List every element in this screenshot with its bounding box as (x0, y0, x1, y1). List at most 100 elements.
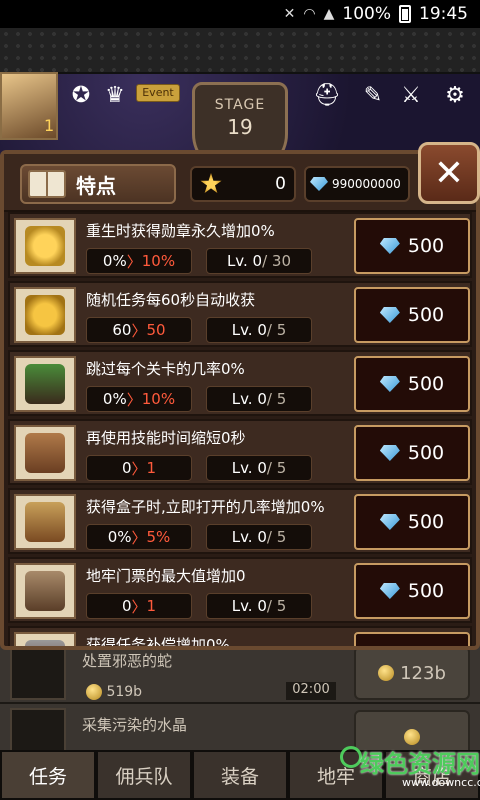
quest-title: 采集污染的水晶 (82, 716, 188, 734)
trait-row: 跳过每个关卡的几率0% 0% 〉 10% Lv. 0 / 5 500 (8, 350, 472, 416)
trait-value-box: 0% 〉 10% (86, 386, 192, 412)
trait-row: 重生时获得勋章永久增加0% 0% 〉 10% Lv. 0 / 30 500 (8, 212, 472, 278)
mute-icon: ✕ (283, 6, 296, 22)
watermark-text: 绿色资源网 (360, 750, 480, 778)
trait-value-box: 0% 〉 10% (86, 248, 192, 274)
trait-level-box: Lv. 0 / 30 (206, 248, 312, 274)
current-value: 60 (112, 321, 132, 339)
level-value: Lv. 0 (231, 390, 267, 408)
arrow-right-icon: 〉 (126, 390, 142, 409)
gear-icon[interactable]: ⚙ (440, 80, 470, 110)
trait-row: 获得任务补偿增加0% (8, 626, 472, 646)
trait-icon-frame (14, 494, 76, 550)
swords-icon[interactable]: ⚔ (396, 80, 426, 110)
gem-icon (379, 583, 400, 599)
tab-mercenaries[interactable]: 佣兵队 (96, 750, 192, 800)
treasure-chest-icon (25, 502, 65, 542)
trait-title: 获得盒子时,立即打开的几率增加0% (86, 498, 325, 516)
trait-row: 地牢门票的最大值增加0 0 〉 1 Lv. 0 / 5 500 (8, 557, 472, 623)
hud-top-bar (0, 28, 480, 74)
status-bar: ✕ ◠ ▲ 100% 19:45 (0, 0, 480, 28)
medal-counter: 0 (190, 166, 296, 202)
level-value: Lv. 0 (231, 321, 267, 339)
gem-icon (379, 238, 400, 254)
snake-icon (10, 644, 66, 700)
quest-gold: 519b (86, 684, 142, 700)
arrow-right-icon: 〉 (131, 597, 147, 616)
trait-level-box: Lv. 0 / 5 (206, 386, 312, 412)
next-value: 1 (146, 597, 157, 615)
coin-icon (86, 684, 102, 700)
traits-panel: 特点 0 990000000 ✕ 重生时获得勋章永久增加0% 0% 〉 10% Lv.… (0, 142, 480, 650)
trait-value-box: 0 〉 1 (86, 593, 192, 619)
medal-icon (25, 226, 65, 266)
arrow-right-icon: 〉 (131, 321, 147, 340)
helmet-icon[interactable]: ⛑ (312, 80, 342, 110)
quest-collect-button[interactable]: 123b (354, 646, 470, 700)
trait-value-box: 0 〉 1 (86, 455, 192, 481)
crown-icon[interactable]: ♛ (100, 80, 130, 110)
level-max: / 5 (266, 390, 287, 408)
trait-row: 获得盒子时,立即打开的几率增加0% 0% 〉 5% Lv. 0 / 5 500 (8, 488, 472, 554)
trait-icon-frame (14, 287, 76, 343)
upgrade-button[interactable]: 500 (354, 563, 470, 619)
coin-icon (378, 665, 395, 681)
hero-avatar[interactable]: 1 (0, 72, 58, 140)
upgrade-button[interactable]: 500 (354, 425, 470, 481)
level-value: Lv. 0 (231, 597, 267, 615)
scroll-icon[interactable]: ✎ (358, 80, 388, 110)
achievement-icon[interactable]: ✪ (66, 80, 96, 110)
current-value: 0 (121, 597, 132, 615)
level-value: Lv. 0 (231, 528, 267, 546)
upgrade-cost: 500 (407, 235, 445, 257)
arrow-right-icon: 〉 (131, 528, 147, 547)
close-button[interactable]: ✕ (418, 142, 480, 204)
battery-icon (399, 5, 411, 23)
wifi-icon: ◠ (303, 6, 316, 22)
tab-quests[interactable]: 任务 (0, 750, 96, 800)
trait-icon-frame (14, 632, 76, 646)
upgrade-button[interactable]: 500 (354, 218, 470, 274)
upgrade-button[interactable] (354, 632, 470, 646)
trait-level-box: Lv. 0 / 5 (206, 593, 312, 619)
dungeon-door-icon (25, 571, 65, 611)
level-max: / 5 (266, 321, 287, 339)
trait-icon-frame (14, 563, 76, 619)
level-max: / 30 (262, 252, 292, 270)
upgrade-button[interactable]: 500 (354, 494, 470, 550)
signal-icon: ▲ (323, 6, 335, 22)
trait-title: 地牢门票的最大值增加0 (86, 567, 246, 585)
background-quest-list: 处置邪恶的蛇 519b 02:00 123b 采集污染的水晶 (0, 640, 480, 768)
game-hud: 1 ✪ ♛ Event STAGE 19 ⛑ ✎ ⚔ ⚙ (0, 28, 480, 174)
level-max: / 5 (266, 528, 287, 546)
hourglass-icon (25, 433, 65, 473)
trait-value-box: 0% 〉 5% (86, 524, 192, 550)
trait-value-box: 60 〉 50 (86, 317, 192, 343)
trait-title: 再使用技能时间缩短0秒 (86, 429, 246, 447)
level-value: Lv. 0 (226, 252, 263, 270)
stage-label: STAGE (214, 97, 266, 113)
panel-title: 特点 (76, 173, 116, 198)
gem-icon (379, 376, 400, 392)
watermark-url: www.downcc.com (402, 776, 480, 789)
gold-money-icon (25, 295, 65, 335)
arrow-right-icon: 〉 (131, 459, 147, 478)
medal-icon (200, 173, 222, 194)
upgrade-cost: 500 (407, 580, 445, 602)
trait-title: 获得任务补偿增加0% (86, 636, 230, 646)
stage-number: 19 (227, 115, 253, 139)
upgrade-button[interactable]: 500 (354, 287, 470, 343)
next-value: 10% (141, 252, 176, 270)
trait-level-box: Lv. 0 / 5 (206, 524, 312, 550)
upgrade-button[interactable]: 500 (354, 356, 470, 412)
trait-list: 重生时获得勋章永久增加0% 0% 〉 10% Lv. 0 / 30 500 随机任务每60… (8, 212, 472, 646)
next-value: 50 (146, 321, 166, 339)
title-tab: 特点 (20, 164, 176, 204)
trait-title: 跳过每个关卡的几率0% (86, 360, 245, 378)
trait-title: 重生时获得勋章永久增加0% (86, 222, 275, 240)
upgrade-cost: 500 (407, 304, 445, 326)
event-badge[interactable]: Event (136, 84, 180, 102)
watermark-circle-icon (340, 746, 362, 768)
tab-equipment[interactable]: 装备 (192, 750, 288, 800)
gem-icon (379, 514, 400, 530)
